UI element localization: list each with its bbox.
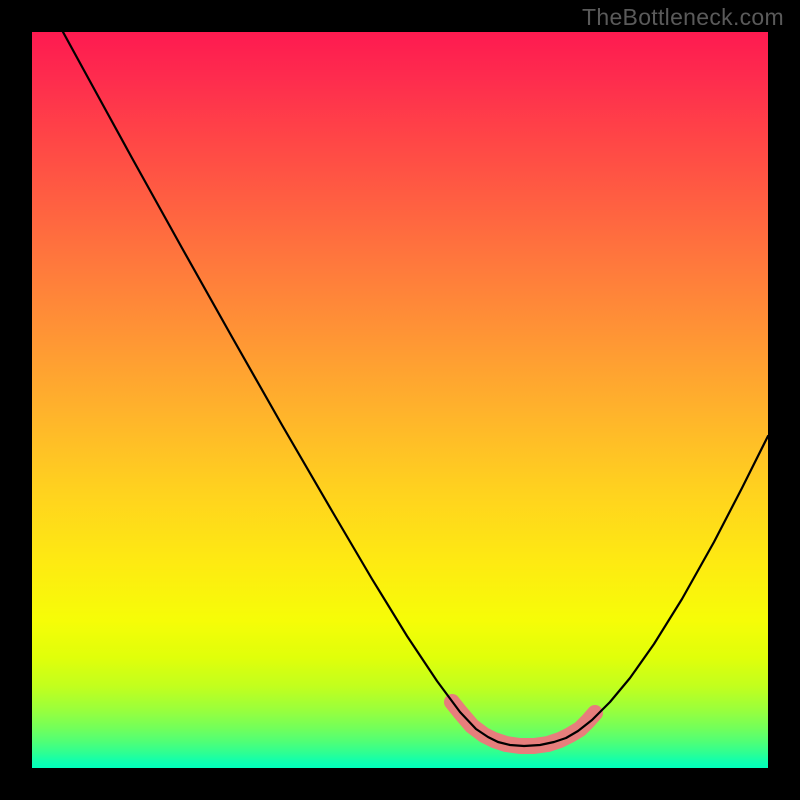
chart-container [0, 0, 800, 800]
curve-layer [32, 32, 768, 768]
watermark-text: TheBottleneck.com [582, 4, 784, 31]
bottleneck-curve-line [63, 32, 768, 746]
plot-area [32, 32, 768, 768]
optimal-band-line [452, 702, 595, 746]
